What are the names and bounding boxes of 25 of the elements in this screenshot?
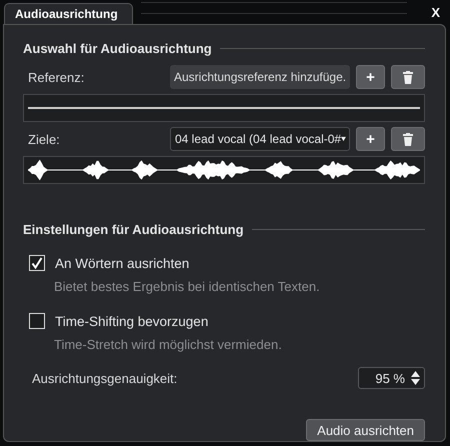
caret-icon — [341, 135, 346, 143]
target-dropdown[interactable]: 04 lead vocal (04 lead vocal-0# — [170, 127, 350, 151]
close-button[interactable]: X — [427, 4, 444, 20]
tab[interactable]: Audioausrichtung — [4, 3, 133, 24]
option-description: Bietet bestes Ergebnis bei identischen Texten. — [54, 278, 320, 294]
checkbox-label: Time-Shifting bevorzugen — [55, 314, 208, 328]
reference-label: Referenz: — [28, 70, 86, 84]
checkbox[interactable] — [29, 313, 45, 329]
section-heading: Auswahl für Audioausrichtung — [23, 41, 212, 56]
checkbox[interactable] — [29, 255, 45, 271]
add-button[interactable]: + — [356, 127, 385, 151]
add-button[interactable]: + — [356, 65, 385, 89]
option-description: Time-Stretch wird möglichst vermieden. — [54, 336, 282, 352]
section-heading: Einstellungen für Audioausrichtung — [23, 222, 244, 237]
delete-button[interactable] — [391, 127, 425, 151]
targets-label: Ziele: — [28, 132, 61, 146]
align-audio-button[interactable]: Audio ausrichten — [306, 419, 425, 441]
reference-field[interactable]: Ausrichtungsreferenz hinzufüge. — [170, 65, 350, 89]
delete-button[interactable] — [391, 65, 425, 89]
checkbox-label: An Wörtern ausrichten — [55, 256, 190, 270]
accuracy-label: Ausrichtungsgenauigkeit: — [32, 370, 178, 386]
trash-icon — [403, 132, 413, 146]
spin-arrows-icon[interactable] — [411, 371, 420, 385]
trash-icon — [403, 70, 413, 84]
accuracy-spinbox[interactable]: 95 % — [358, 367, 425, 389]
